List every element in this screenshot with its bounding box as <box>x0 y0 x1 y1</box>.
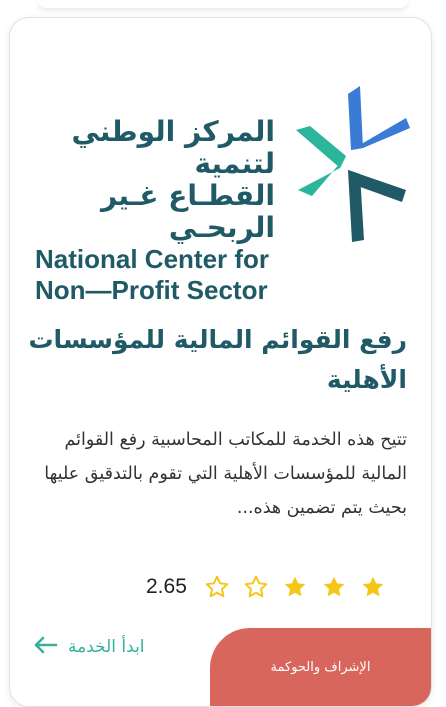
logo-english-line-1: National Center for <box>35 244 270 274</box>
previous-card-edge <box>38 0 408 8</box>
ncnp-emblem-icon <box>296 86 410 242</box>
logo-english-line-2: Non—Profit Sector <box>35 275 268 305</box>
rating: 2.65 <box>146 570 386 604</box>
logo-text: المركز الوطني لتنمية القطـاع غـير الربحـ… <box>35 116 275 306</box>
star-filled-icon <box>282 574 308 600</box>
start-service-link[interactable]: ابدأ الخدمة <box>32 635 145 659</box>
star-empty-icon <box>243 574 269 600</box>
rating-value: 2.65 <box>146 575 187 598</box>
service-card[interactable]: المركز الوطني لتنمية القطـاع غـير الربحـ… <box>9 17 432 707</box>
service-title[interactable]: رفع القوائم المالية للمؤسسات الأهلية <box>27 320 407 400</box>
category-tag: الإشراف والحوكمة <box>210 628 431 706</box>
logo-arabic-line-2: القطـاع غـير الربحـي <box>100 179 275 244</box>
logo-arabic-line-1: المركز الوطني لتنمية <box>71 115 275 180</box>
service-description: تتيح هذه الخدمة للمكاتب المحاسبية رفع ال… <box>44 430 407 518</box>
ncnp-logo: المركز الوطني لتنمية القطـاع غـير الربحـ… <box>10 78 431 305</box>
star-filled-icon <box>321 574 347 600</box>
star-empty-icon <box>204 574 230 600</box>
arrow-left-icon <box>32 635 58 659</box>
star-filled-icon <box>360 574 386 600</box>
start-service-label: ابدأ الخدمة <box>68 637 145 657</box>
